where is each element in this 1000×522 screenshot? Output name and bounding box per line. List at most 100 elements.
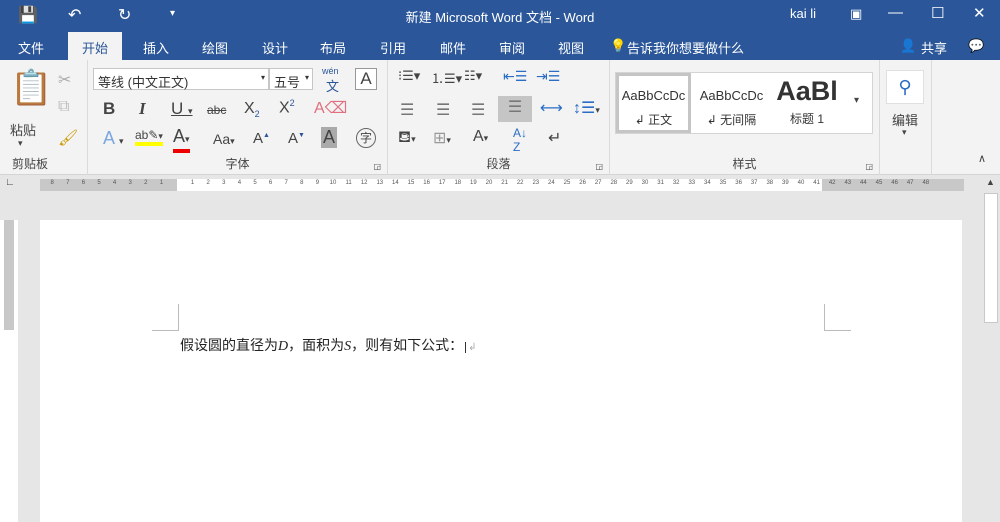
shrink-font-icon[interactable]: A▼ (288, 130, 305, 147)
paragraph-dialog-launcher-icon[interactable]: ◲ (595, 162, 603, 171)
styles-dialog-launcher-icon[interactable]: ◲ (865, 162, 873, 171)
tab-mailings[interactable]: 邮件 (440, 38, 466, 57)
change-case-icon[interactable]: Aa▾ (213, 131, 235, 147)
paragraph-mark: ↲ (465, 342, 477, 353)
ruler-number: 20 (485, 180, 493, 186)
distributed-icon[interactable]: ⟷ (540, 98, 563, 118)
justify-icon[interactable]: ☰ (498, 96, 532, 122)
ribbon-display-icon[interactable]: ▣ (850, 6, 862, 22)
ruler-number: 46 (891, 180, 898, 186)
ruler-number: 5 (97, 180, 101, 186)
share-button[interactable]: 共享 (921, 38, 947, 57)
strikethrough-icon[interactable]: abc (207, 103, 226, 117)
bold-icon[interactable]: B (103, 99, 115, 119)
phonetic-text: wén (322, 66, 339, 76)
character-shading-icon[interactable]: A (321, 127, 338, 148)
cut-icon[interactable]: ✂ (58, 70, 71, 90)
clipboard-group: 📋 粘贴 ▾ ✂ ⧉ 🖌 剪贴板 (0, 60, 88, 175)
tab-references[interactable]: 引用 (380, 38, 406, 57)
tab-layout[interactable]: 布局 (320, 38, 346, 57)
ruler-number: 8 (50, 180, 54, 186)
font-size-value: 五号 (274, 75, 301, 90)
scroll-thumb[interactable] (984, 193, 998, 323)
ruler-number: 16 (423, 180, 430, 186)
multilevel-list-icon[interactable]: ☷▾ (464, 68, 482, 84)
font-dialog-launcher-icon[interactable]: ◲ (373, 162, 381, 171)
tell-me-input[interactable]: 告诉我你想要做什么 (627, 38, 744, 57)
italic-icon[interactable]: I (139, 99, 146, 119)
tab-design[interactable]: 设计 (262, 38, 288, 57)
vertical-ruler[interactable] (0, 220, 18, 522)
user-name[interactable]: kai li (790, 6, 816, 21)
tab-selector-icon[interactable]: ∟ (5, 177, 15, 188)
tab-file[interactable]: 文件 (18, 38, 44, 57)
document-text[interactable]: 假设圆的直径为D，面积为S，则有如下公式： ↲ (180, 335, 477, 355)
title-bar: 💾 ↶ ↻ ▾ 新建 Microsoft Word 文档 - Word kai … (0, 0, 1000, 32)
asian-layout-icon[interactable]: A▾ (473, 128, 488, 146)
text-run: 假设圆的直径为 (180, 338, 278, 354)
numbering-icon[interactable]: ⒈☰▾ (431, 68, 462, 87)
paste-icon[interactable]: 📋 (10, 68, 52, 108)
ruler-number: 8 (300, 180, 304, 186)
character-border-icon[interactable]: A (355, 68, 377, 90)
phonetic-guide-icon[interactable]: wén 文 (322, 66, 339, 95)
superscript-icon[interactable]: X2 (279, 98, 295, 117)
font-name-combo[interactable]: 等线 (中文正文) ▾ (93, 68, 269, 90)
tab-insert[interactable]: 插入 (143, 38, 169, 57)
sort-icon[interactable]: A↓ Z (513, 126, 527, 154)
ruler-number: 3 (128, 180, 132, 186)
align-right-icon[interactable]: ☰ (471, 100, 485, 120)
style-name: ↲ 无间隔 (706, 113, 757, 127)
copy-icon[interactable]: ⧉ (58, 98, 69, 116)
ruler-number: 7 (66, 180, 70, 186)
increase-indent-icon[interactable]: ⇥☰ (536, 68, 560, 85)
highlight-icon[interactable]: ab✎▾ (135, 128, 163, 146)
tab-home[interactable]: 开始 (68, 32, 123, 60)
text-run: ，则有如下公式： (351, 338, 464, 354)
text-effects-icon[interactable]: A ▾ (103, 128, 124, 149)
tab-view[interactable]: 视图 (558, 38, 584, 57)
chevron-down-icon[interactable]: ▾ (902, 127, 907, 138)
close-icon[interactable]: ✕ (973, 4, 986, 22)
shading-icon[interactable]: ⛾▾ (398, 128, 416, 148)
styles-more-icon[interactable]: ▾ (854, 95, 859, 106)
grow-font-icon[interactable]: A▲ (253, 130, 270, 147)
style-no-spacing[interactable]: AaBbCcDc ↲ 无间隔 (693, 73, 770, 133)
tab-review[interactable]: 审阅 (499, 38, 525, 57)
bullets-icon[interactable]: ⁝☰▾ (398, 68, 420, 84)
collapse-ribbon-icon[interactable]: ∧ (978, 152, 986, 165)
ruler-number: 14 (392, 180, 399, 186)
font-size-combo[interactable]: 五号 ▾ (269, 68, 313, 90)
align-left-icon[interactable]: ☰ (400, 100, 414, 120)
maximize-icon[interactable]: ☐ (931, 4, 944, 22)
underline-icon[interactable]: U ▾ (171, 99, 193, 119)
enclose-characters-icon[interactable]: 字 (356, 128, 376, 148)
search-icon[interactable]: ⚲ (886, 70, 924, 104)
tab-draw[interactable]: 绘图 (202, 38, 228, 57)
ruler-number: 43 (844, 180, 852, 186)
format-painter-icon[interactable]: 🖌 (58, 128, 78, 148)
document-page[interactable]: 假设圆的直径为D，面积为S，则有如下公式： ↲ (40, 220, 962, 522)
align-center-icon[interactable]: ☰ (436, 100, 450, 120)
decrease-indent-icon[interactable]: ⇤☰ (503, 68, 527, 85)
show-marks-icon[interactable]: ↵ (548, 128, 561, 148)
style-heading-1[interactable]: AaBl 标题 1 (772, 73, 842, 133)
clear-formatting-icon[interactable]: A⌫ (314, 98, 347, 118)
ruler-number: 17 (438, 180, 446, 186)
horizontal-ruler[interactable]: ∟ 8 7 6 5 4 3 2 1 1 2 3 4 5 6 7 8 9 10 11 12 13 14 15 16 17 18 19 2… (0, 175, 982, 195)
paste-dropdown-icon[interactable]: ▾ (18, 138, 23, 149)
font-color-icon[interactable]: A▾ (173, 126, 190, 153)
paragraph-group: ⁝☰▾ ⒈☰▾ ☷▾ ⇤☰ ⇥☰ ☰ ☰ ☰ ☰ ⟷ ↕☰▾ ⛾▾ ⊞▾ A▾ … (388, 60, 610, 175)
style-normal[interactable]: AaBbCcDc ↲ 正文 (616, 73, 691, 133)
line-spacing-icon[interactable]: ↕☰▾ (573, 98, 600, 118)
ruler-number: 47 (906, 180, 914, 186)
comments-icon[interactable]: 💬 (968, 38, 984, 54)
vertical-scrollbar[interactable]: ▲ (982, 175, 1000, 522)
borders-icon[interactable]: ⊞▾ (433, 128, 451, 148)
subscript-icon[interactable]: X2 (244, 100, 260, 119)
minimize-icon[interactable]: — (888, 4, 903, 21)
share-icon: 👤 (900, 38, 917, 53)
scroll-up-icon[interactable]: ▲ (986, 177, 995, 187)
paste-button[interactable]: 粘贴 (10, 120, 36, 139)
ruler-number: 6 (268, 180, 273, 186)
